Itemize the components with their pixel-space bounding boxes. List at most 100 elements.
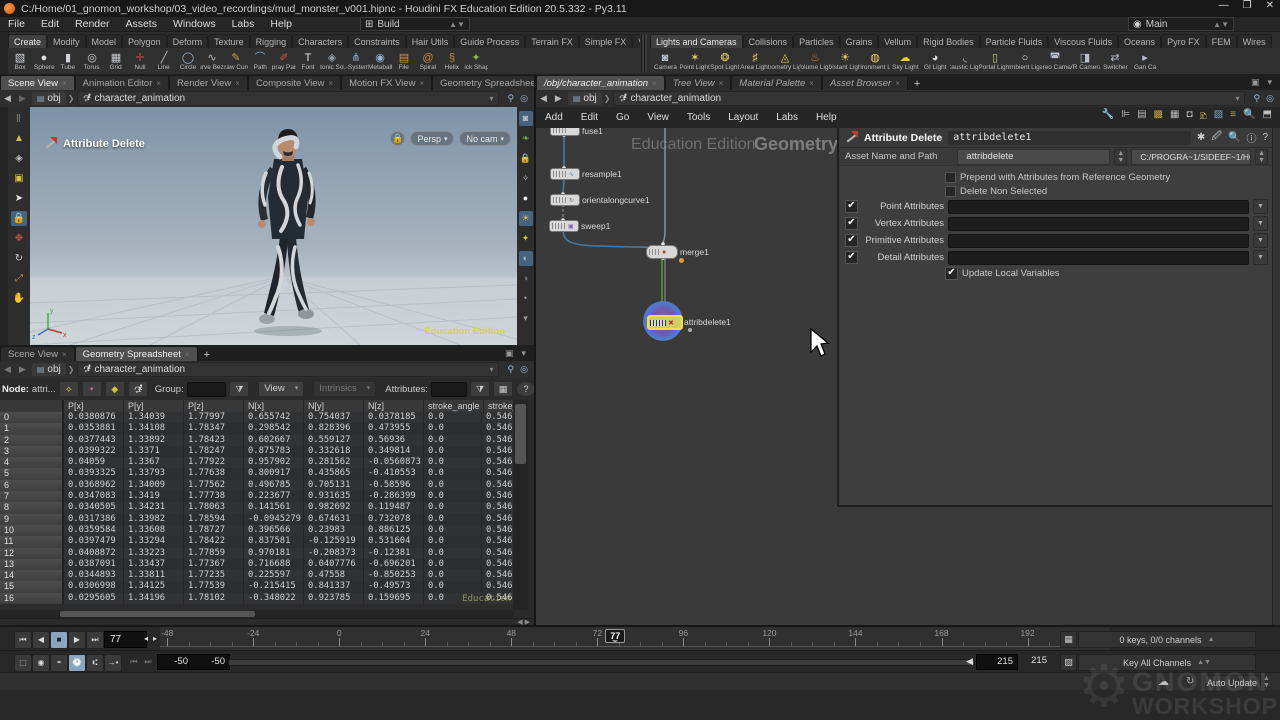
prepend-checkbox[interactable] <box>945 172 956 183</box>
shelf-tool[interactable]: ◟Caustic Light <box>950 48 980 74</box>
shelf-tool[interactable]: ◙Camera <box>650 48 680 74</box>
spinner-icon[interactable]: ▲▼ <box>1114 149 1127 165</box>
attribute-checkbox[interactable]: ✔ <box>845 251 858 264</box>
wrench-icon[interactable]: 🔧 <box>1102 109 1114 126</box>
select-objects-icon[interactable]: ▣ <box>11 171 27 186</box>
chevron-down-icon[interactable]: ▼ <box>1253 216 1268 231</box>
pin-icon[interactable]: ⚲ <box>1254 93 1261 104</box>
menu-item[interactable]: Labs <box>224 18 263 30</box>
update-local-variables-checkbox[interactable]: ✔ <box>945 267 958 280</box>
shadows-icon[interactable]: ◑ <box>519 271 533 286</box>
scene-viewport[interactable]: y x z Attribute Delete 🔒 Persp▾ No cam▾ … <box>30 107 517 345</box>
shelf-tab[interactable]: Pyro FX <box>1161 34 1206 48</box>
pin-icon[interactable]: ⚲ <box>508 364 515 375</box>
shelf-tab[interactable]: Texture <box>208 34 250 48</box>
shelf-tool[interactable]: ◈Platonic Solids <box>320 48 344 74</box>
shelf-tool[interactable]: ◯Circle <box>176 48 200 74</box>
shelf-tool[interactable]: §Helix <box>440 48 464 74</box>
link-icon[interactable]: ◎ <box>1266 93 1274 104</box>
display-options-dot-icon[interactable]: • <box>519 291 533 306</box>
column-header[interactable]: P[y] <box>124 400 184 412</box>
back-icon[interactable]: ◀ <box>0 93 15 104</box>
menu-item[interactable]: View <box>638 112 678 123</box>
wire-style-icon[interactable]: ≡ <box>1230 109 1236 126</box>
select-geometry-icon[interactable]: ◈ <box>11 151 27 166</box>
integer-frames-icon[interactable]: ⑆ <box>86 654 104 672</box>
path-root-chip[interactable]: ▤obj <box>32 92 66 105</box>
pane-menu-icon[interactable]: ▾ <box>1267 77 1272 88</box>
find-icon[interactable]: 🔍 <box>1243 109 1255 126</box>
delete-non-selected-checkbox[interactable] <box>945 186 956 197</box>
pane-tab[interactable]: Scene View× <box>0 75 75 90</box>
prev-frame-icon[interactable]: ◂ <box>142 631 150 647</box>
materials-icon[interactable]: ❧ <box>519 131 533 146</box>
breadcrumb[interactable]: 🮲character_animation▾ <box>77 91 498 106</box>
menu-item[interactable]: Tools <box>678 112 719 123</box>
high-quality-lighting-icon[interactable]: ◐ <box>519 251 533 266</box>
pose-tool-icon[interactable]: ✋ <box>11 291 27 306</box>
shelf-tool[interactable]: ⌒Path <box>248 48 272 74</box>
shelf-tab[interactable]: Constraints <box>348 34 406 48</box>
shelf-tool[interactable]: ⋔L-System <box>344 48 368 74</box>
table-row[interactable]: 7 0.0347083 1.3419 1.77738 0.223677 0.93… <box>0 491 513 502</box>
column-header[interactable]: N[y] <box>304 400 364 412</box>
asset-name-dropdown[interactable]: attribdelete <box>957 149 1110 165</box>
table-row[interactable]: 16 0.0295605 1.34196 1.78102 -0.348022 0… <box>0 593 513 604</box>
close-button[interactable]: ✕ <box>1266 0 1274 11</box>
pane-tab[interactable]: Composite View× <box>248 75 341 90</box>
shelf-tool[interactable]: @Spiral <box>416 48 440 74</box>
range-handle-icon[interactable]: ◀ <box>966 656 973 667</box>
pane-tab[interactable]: Render View× <box>169 75 248 90</box>
shelf-tab[interactable]: FEM <box>1206 34 1237 48</box>
main-take-selector[interactable]: ◉ Main▲▼ <box>1128 17 1234 31</box>
back-icon[interactable]: ◀ <box>536 93 551 104</box>
node-name-field[interactable]: attribdelete1 <box>948 131 1191 145</box>
realtime-toggle-icon[interactable]: 🕐 <box>68 654 86 672</box>
pane-tab[interactable]: Tree View× <box>665 75 732 90</box>
menu-item[interactable]: Layout <box>719 112 767 123</box>
shelf-tool[interactable]: ✶Point Light <box>680 48 710 74</box>
table-row[interactable]: 5 0.0393325 1.33793 1.77638 0.800917 0.4… <box>0 468 513 479</box>
jump-up-icon[interactable]: ⬒ <box>1263 109 1272 126</box>
pane-tab[interactable]: Scene View× <box>0 346 75 361</box>
more-options-icon[interactable]: ▾ <box>519 311 533 326</box>
close-tab-icon[interactable]: × <box>809 79 814 88</box>
table-row[interactable]: 11 0.0397479 1.33294 1.78422 0.837581 -0… <box>0 536 513 547</box>
column-header[interactable]: N[x] <box>244 400 304 412</box>
shelf-tool[interactable]: ✦Quick Shapes <box>464 48 488 74</box>
view-tool-icon[interactable]: ▲ <box>11 131 27 146</box>
update-mode-dropdown[interactable]: Auto Update <box>1203 675 1261 691</box>
shelf-tool[interactable]: ▧Box <box>8 48 32 74</box>
pane-tab[interactable]: Material Palette× <box>731 75 822 90</box>
minimize-button[interactable]: — <box>1219 0 1229 11</box>
update-mode-spinner[interactable]: ▲▼ <box>1263 675 1270 689</box>
shelf-tool[interactable]: ○Ambient Light <box>1010 48 1040 74</box>
range-start-field[interactable]: -50 <box>188 654 230 670</box>
pane-menu-icon[interactable]: ▾ <box>521 348 526 359</box>
shelf-tab[interactable]: Modify <box>47 34 86 48</box>
table-row[interactable]: 10 0.0359584 1.33608 1.78727 0.396566 0.… <box>0 525 513 536</box>
follow-playbar-icon[interactable]: →• <box>104 654 122 672</box>
pane-tab[interactable]: Motion FX View× <box>341 75 432 90</box>
magnifier-icon[interactable]: 🔍 <box>1228 132 1240 143</box>
column-header[interactable]: stroke_angle <box>424 400 484 412</box>
normal-lighting-icon[interactable]: ✦ <box>519 231 533 246</box>
shelf-tool[interactable]: ❂Spot Light <box>710 48 740 74</box>
select-arrow-icon[interactable]: ➤ <box>11 191 27 206</box>
breadcrumb[interactable]: 🮲character_animation▾ <box>77 362 498 377</box>
shelf-tool[interactable]: ∿Curve Bezier <box>200 48 224 74</box>
new-tab-button[interactable]: + <box>198 349 216 361</box>
path-root-chip[interactable]: ▤obj <box>568 92 602 105</box>
shelf-tab[interactable]: Create <box>8 34 47 48</box>
menu-item[interactable]: Edit <box>33 18 67 30</box>
detail-mode-icon[interactable]: 🮲 <box>128 381 148 397</box>
menu-item[interactable]: Edit <box>572 112 607 123</box>
spreadsheet-hscrollbar[interactable] <box>0 610 513 618</box>
chevron-down-icon[interactable]: ▼ <box>1253 233 1268 248</box>
table-row[interactable]: 1 0.0353881 1.34108 1.78347 0.298542 0.8… <box>0 423 513 434</box>
range-end-arrow-icon[interactable]: ⏭ <box>140 654 156 670</box>
shelf-tool[interactable]: ◎Torus <box>80 48 104 74</box>
spinner-icon[interactable]: ▲▼ <box>1255 149 1268 165</box>
info-icon[interactable]: ⓘ <box>1246 130 1256 145</box>
shelf-tab[interactable]: Model <box>86 34 123 48</box>
